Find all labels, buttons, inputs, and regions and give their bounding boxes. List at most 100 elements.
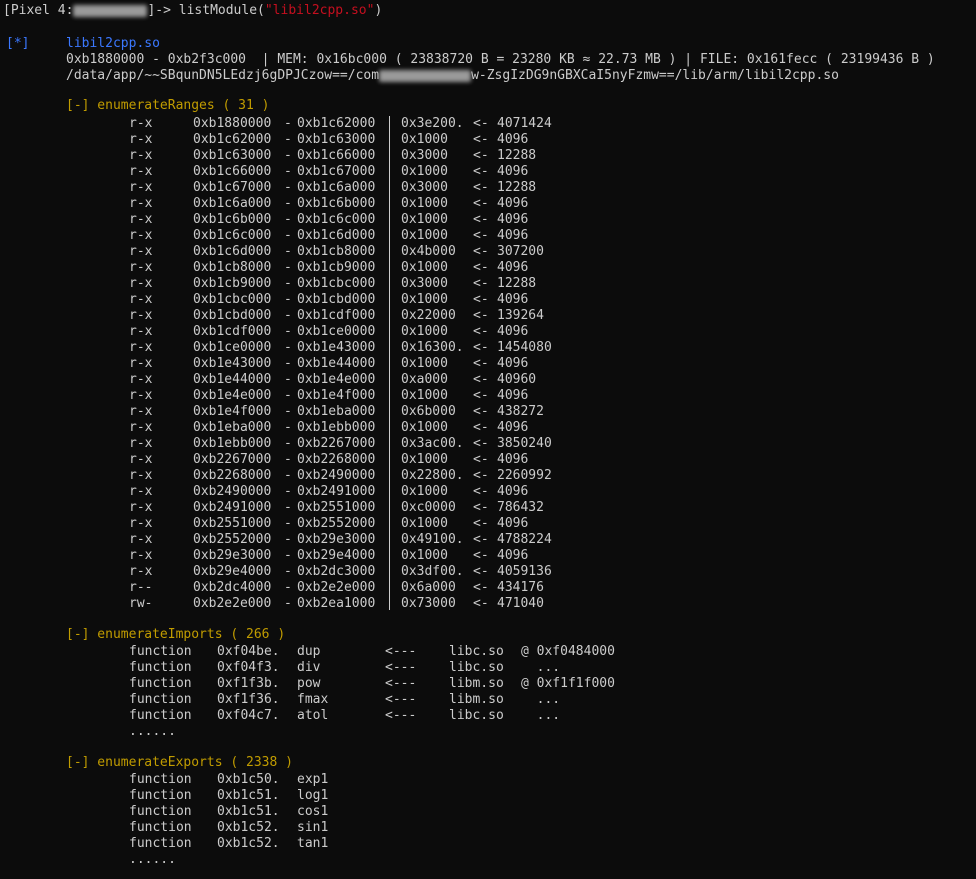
range-protection: r-x [129,244,153,259]
range-size-dec: 307200 [497,244,544,259]
range-end: 0xb1c6b000 [297,196,376,211]
range-dash: - [284,484,292,499]
range-protection: r-x [129,340,153,355]
import-type: function [129,660,192,675]
range-protection: r-x [129,436,153,451]
export-address: 0xb1c51. [217,804,280,819]
exports-header: [-] enumerateExports ( 2338 ) [66,755,293,770]
range-size-dec: 471040 [497,596,544,611]
range-size-dec: 4096 [497,132,529,147]
import-arrow: <--- [385,644,417,659]
range-arrow: <- [473,436,489,451]
ranges-header: [-] enumerateRanges ( 31 ) [66,98,270,113]
range-start: 0xb2552000 [193,532,272,547]
range-end: 0xb1cb8000 [297,244,376,259]
import-library: libc.so [449,708,504,723]
exports-ellipsis: ...... [129,852,176,867]
export-type: function [129,772,192,787]
range-start: 0xb1c62000 [193,132,272,147]
range-size-dec: 2260992 [497,468,552,483]
range-start: 0xb29e4000 [193,564,272,579]
import-arrow: <--- [385,692,417,707]
range-protection: r-x [129,164,153,179]
range-size-dec: 12288 [497,148,537,163]
range-size-dec: 4059136 [497,564,552,579]
range-protection: r-- [129,580,153,595]
range-size-dec: 4096 [497,324,529,339]
range-end: 0xb1c66000 [297,148,376,163]
range-arrow: <- [473,372,489,387]
range-end: 0xb29e3000 [297,532,376,547]
range-end: 0xb1cb9000 [297,260,376,275]
range-size-hex: 0x1000 [401,292,448,307]
redacted-device-id [73,4,148,17]
range-arrow: <- [473,532,489,547]
range-start: 0xb1cbc000 [193,292,272,307]
range-size-hex: 0xc0000 [401,500,456,515]
range-size-hex: 0x1000 [401,132,448,147]
range-start: 0xb1c66000 [193,164,272,179]
import-name: atol [297,708,329,723]
range-arrow: <- [473,340,489,355]
export-address: 0xb1c51. [217,788,280,803]
import-type: function [129,692,192,707]
range-protection: r-x [129,388,153,403]
range-protection: r-x [129,420,153,435]
range-size-dec: 4788224 [497,532,552,547]
export-address: 0xb1c52. [217,836,280,851]
range-protection: r-x [129,228,153,243]
range-end: 0xb1cbc000 [297,276,376,291]
module-path-prefix: /data/app/~~SBqunDN5LEdzj6gDPJCzow==/com [66,68,380,83]
range-arrow: <- [473,564,489,579]
module-name: libil2cpp.so [66,36,160,51]
range-start: 0xb2268000 [193,468,272,483]
range-start: 0xb1ce0000 [193,340,272,355]
range-end: 0xb1c6c000 [297,212,376,227]
range-protection: r-x [129,484,153,499]
range-end: 0xb1c62000 [297,116,376,131]
import-name: fmax [297,692,329,707]
range-end: 0xb1ce0000 [297,324,376,339]
range-size-hex: 0x1000 [401,356,448,371]
range-size-dec: 4096 [497,228,529,243]
range-start: 0xb2551000 [193,516,272,531]
range-dash: - [284,532,292,547]
range-arrow: <- [473,548,489,563]
range-size-hex: 0x1000 [401,548,448,563]
range-end: 0xb2e2e000 [297,580,376,595]
range-dash: - [284,196,292,211]
range-size-hex: 0x1000 [401,228,448,243]
ranges-column-separator [389,116,390,610]
range-size-dec: 4096 [497,548,529,563]
range-start: 0xb1eba000 [193,420,272,435]
range-end: 0xb29e4000 [297,548,376,563]
range-end: 0xb2268000 [297,452,376,467]
range-size-hex: 0x73000 [401,596,456,611]
export-address: 0xb1c50. [217,772,280,787]
range-size-dec: 4096 [497,356,529,371]
range-dash: - [284,356,292,371]
range-dash: - [284,116,292,131]
range-dash: - [284,388,292,403]
range-size-hex: 0x16300. [401,340,464,355]
range-size-dec: 4096 [497,484,529,499]
range-size-dec: 434176 [497,580,544,595]
range-protection: r-x [129,196,153,211]
range-dash: - [284,180,292,195]
range-size-hex: 0x3e200. [401,116,464,131]
range-size-dec: 4096 [497,388,529,403]
range-size-dec: 12288 [497,276,537,291]
range-end: 0xb2491000 [297,484,376,499]
import-name: pow [297,676,321,691]
import-library: libc.so [449,644,504,659]
range-start: 0xb1cbd000 [193,308,272,323]
range-size-hex: 0x1000 [401,212,448,227]
range-size-hex: 0xa000 [401,372,448,387]
range-end: 0xb1e44000 [297,356,376,371]
range-end: 0xb1e4f000 [297,388,376,403]
range-size-hex: 0x1000 [401,164,448,179]
import-name: dup [297,644,321,659]
export-name: cos1 [297,804,329,819]
terminal-window[interactable]: [Pixel 4:]-> listModule("libil2cpp.so") … [0,0,976,879]
range-dash: - [284,420,292,435]
